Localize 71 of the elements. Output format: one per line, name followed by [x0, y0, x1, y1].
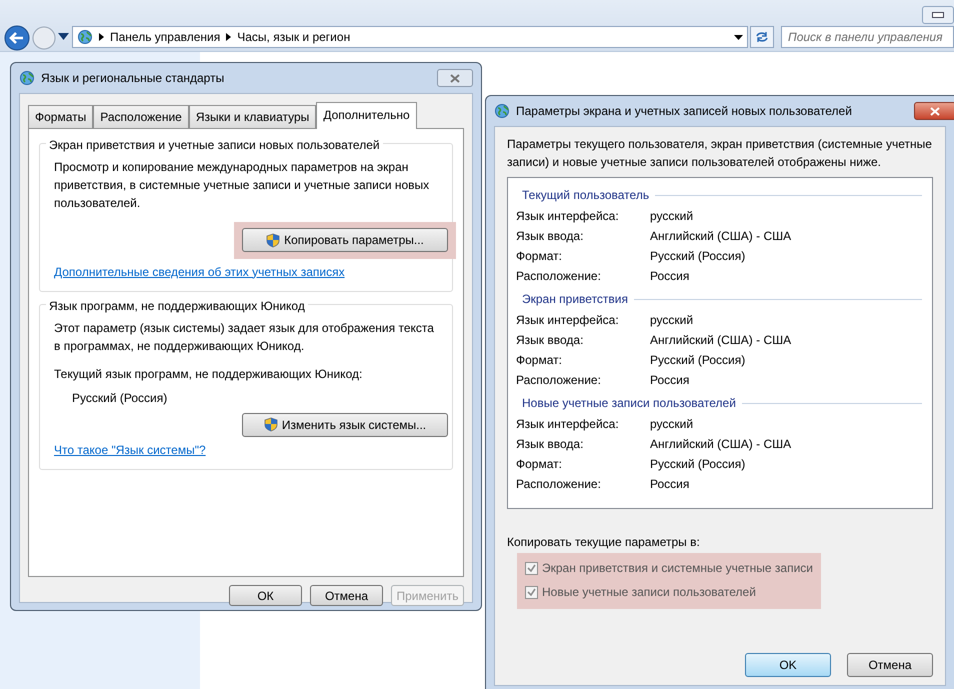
setting-label: Расположение: — [516, 268, 602, 285]
breadcrumb[interactable]: Часы, язык и регион — [237, 28, 350, 46]
current-language-value: Русский (Россия) — [72, 390, 168, 406]
setting-value: Россия — [650, 268, 690, 285]
refresh-icon — [755, 31, 769, 43]
shield-button[interactable]: Копировать параметры... — [242, 228, 448, 252]
description-text: Текущий язык программ, не поддерживающих Юникод: — [54, 366, 364, 382]
setting-label: Формат: — [516, 456, 563, 473]
setting-value: Английский (США) - США — [650, 332, 792, 349]
tab[interactable]: Дополнительно — [316, 102, 417, 129]
window-title: Параметры экрана и учетных записей новых пользователей — [516, 103, 852, 120]
refresh-button[interactable] — [750, 26, 774, 48]
shield-icon — [264, 417, 278, 432]
dialog-button[interactable]: ОК — [229, 585, 302, 606]
setting-label: Язык ввода: — [516, 436, 584, 453]
control-panel-icon — [77, 29, 93, 45]
setting-value: Русский (Россия) — [650, 248, 746, 265]
setting-label: Формат: — [516, 352, 563, 369]
minimize-icon — [932, 12, 944, 18]
setting-value: Русский (Россия) — [650, 456, 746, 473]
description-text: Этот параметр (язык системы) задает язык для отображения текста в программах, не поддерживающих Юникод. — [54, 320, 435, 354]
setting-value: русский — [650, 312, 694, 329]
search-field[interactable]: Поиск в панели управления — [781, 26, 954, 48]
section-title: Текущий пользователь — [522, 187, 650, 204]
setting-value: Россия — [650, 476, 690, 493]
help-link[interactable]: Что такое "Язык системы"? — [54, 442, 206, 456]
setting-value: Русский (Россия) — [650, 352, 746, 369]
setting-label: Формат: — [516, 248, 563, 265]
section-title: Экран приветствия — [522, 291, 628, 308]
breadcrumb-arrow-icon[interactable] — [99, 33, 104, 41]
description-text: Параметры текущего пользователя, экран приветствия (системные учетные записи) и новые учетные записи пользователей отображены ниже. — [507, 136, 933, 171]
address-dropdown-icon[interactable] — [734, 34, 743, 40]
setting-value: Английский (США) - США — [650, 436, 792, 453]
tab[interactable]: Форматы — [28, 105, 94, 128]
setting-label: Расположение: — [516, 372, 602, 389]
checkbox-label: Новые учетные записи пользователей — [542, 584, 756, 601]
window-title: Язык и региональные стандарты — [41, 70, 224, 87]
dialog-button[interactable]: OK — [745, 653, 831, 677]
shield-button[interactable]: Изменить язык системы... — [242, 412, 448, 436]
breadcrumb[interactable]: Панель управления — [110, 28, 220, 46]
copy-label: Копировать текущие параметры в: — [507, 534, 701, 551]
setting-value: русский — [650, 416, 694, 433]
checkbox-label: Экран приветствия и системные учетные записи — [542, 560, 813, 577]
description-text: Просмотр и копирование международных параметров на экран приветствия, в системные учетные записи и учетные записи новых пользователей. — [54, 159, 430, 212]
tab[interactable]: Расположение — [93, 105, 189, 128]
breadcrumb-arrow-icon[interactable] — [226, 33, 232, 41]
setting-label: Язык интерфейса: — [516, 416, 620, 433]
globe-icon — [494, 103, 510, 119]
setting-label: Язык ввода: — [516, 332, 584, 349]
back-button[interactable] — [4, 25, 30, 51]
dialog-button[interactable]: Отмена — [310, 585, 383, 606]
globe-icon — [19, 70, 35, 86]
close-button[interactable] — [914, 102, 954, 120]
setting-label: Язык интерфейса: — [516, 208, 620, 225]
address-bar[interactable]: Панель управления Часы, язык и регион — [72, 26, 748, 48]
close-button[interactable] — [437, 69, 473, 87]
minimize-button[interactable] — [922, 6, 954, 24]
shield-icon — [266, 232, 280, 248]
help-link[interactable]: Дополнительные сведения об этих учетных записях — [54, 264, 345, 278]
setting-value: Россия — [650, 372, 690, 389]
close-icon — [450, 74, 460, 82]
dialog-button[interactable]: Отмена — [847, 653, 933, 677]
setting-label: Язык ввода: — [516, 228, 584, 245]
close-icon — [930, 106, 940, 116]
tab[interactable]: Языки и клавиатуры — [188, 105, 316, 128]
setting-label: Расположение: — [516, 476, 602, 493]
setting-label: Язык интерфейса: — [516, 312, 620, 329]
section-title: Новые учетные записи пользователей — [522, 395, 736, 412]
history-dropdown-icon[interactable] — [58, 33, 69, 40]
setting-value: русский — [650, 208, 694, 225]
setting-value: Английский (США) - США — [650, 228, 792, 245]
